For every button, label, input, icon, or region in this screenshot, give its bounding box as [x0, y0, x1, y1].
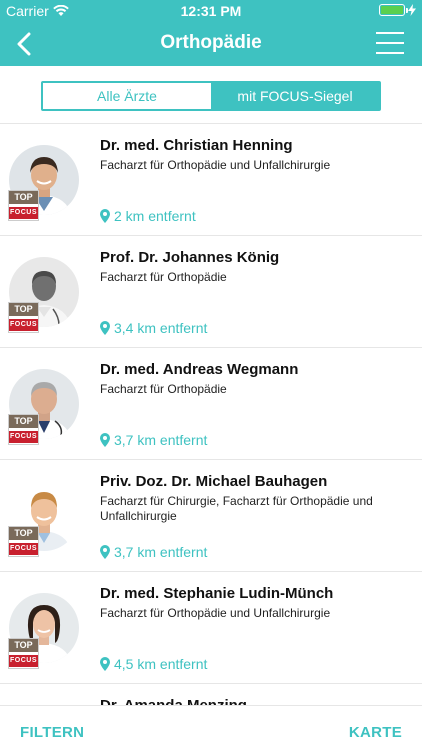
map-pin-icon [100, 433, 110, 447]
battery-icon [379, 4, 408, 16]
charging-icon [408, 4, 416, 16]
distance-label: 2 km entfernt [114, 208, 196, 224]
menu-line [376, 42, 404, 44]
doctor-name: Dr. Amanda Menzing [100, 697, 247, 705]
map-pin-icon [100, 321, 110, 335]
page-title: Orthopädie [160, 32, 262, 53]
doctor-distance: 3,4 km entfernt [100, 320, 207, 336]
doctor-name: Dr. med. Christian Henning [100, 137, 293, 154]
doctor-name: Dr. med. Stephanie Ludin-Münch [100, 585, 334, 602]
doctor-specialty: Facharzt für Orthopädie und Unfallchirur… [100, 158, 331, 172]
badge-top-label: TOP [9, 303, 38, 316]
filter-button[interactable]: FILTERN [20, 724, 84, 741]
doctor-specialty: Facharzt für Chirurgie, Facharzt für Ort… [100, 494, 373, 523]
doctor-name: Priv. Doz. Dr. Michael Bauhagen [100, 473, 328, 490]
focus-top-badge: TOP FOCUS [8, 190, 39, 221]
focus-top-badge: TOP FOCUS [8, 414, 39, 445]
doctor-name: Dr. med. Andreas Wegmann [100, 361, 299, 378]
segment-all-doctors[interactable]: Alle Ärzte [43, 83, 211, 109]
map-pin-icon [100, 657, 110, 671]
header: Carrier 12:31 PM Orthopädie [0, 0, 422, 66]
doctor-distance: 3,7 km entfernt [100, 432, 207, 448]
doctor-row[interactable]: TOP FOCUS Dr. med. Stephanie Ludin-Münch… [0, 572, 422, 684]
focus-top-badge: TOP FOCUS [8, 638, 39, 669]
app-screen: Carrier 12:31 PM Orthopädie Alle Ärzte m… [0, 0, 422, 750]
doctor-row[interactable]: TOP FOCUS Priv. Doz. Dr. Michael Bauhage… [0, 460, 422, 572]
bottom-bar: FILTERN KARTE [0, 705, 422, 750]
doctor-distance: 3,7 km entfernt [100, 544, 207, 560]
focus-top-badge: TOP FOCUS [8, 302, 39, 333]
map-button[interactable]: KARTE [349, 724, 402, 741]
doctor-specialty: Facharzt für Orthopädie [100, 270, 227, 284]
nav-bar: Orthopädie [0, 22, 422, 66]
badge-top-label: TOP [9, 415, 38, 428]
doctor-specialty: Facharzt für Orthopädie [100, 382, 227, 396]
focus-top-badge: TOP FOCUS [8, 526, 39, 557]
doctor-row[interactable]: Dr. Amanda Menzing [0, 684, 422, 705]
menu-button[interactable] [376, 32, 404, 54]
badge-focus-label: FOCUS [9, 319, 38, 331]
badge-top-label: TOP [9, 191, 38, 204]
menu-line [376, 32, 404, 34]
status-bar: Carrier 12:31 PM [0, 0, 422, 22]
badge-top-label: TOP [9, 527, 38, 540]
badge-focus-label: FOCUS [9, 207, 38, 219]
badge-focus-label: FOCUS [9, 431, 38, 443]
status-right [379, 4, 416, 16]
distance-label: 3,4 km entfernt [114, 320, 208, 336]
segment-focus-seal[interactable]: mit FOCUS-Siegel [211, 83, 379, 109]
map-pin-icon [100, 209, 110, 223]
filter-segment-control: Alle Ärzte mit FOCUS-Siegel [41, 81, 381, 111]
doctor-name: Prof. Dr. Johannes König [100, 249, 280, 266]
doctor-distance: 4,5 km entfernt [100, 656, 207, 672]
doctor-row[interactable]: TOP FOCUS Dr. med. Christian Henning Fac… [0, 124, 422, 236]
badge-focus-label: FOCUS [9, 543, 38, 555]
battery-fill [381, 6, 403, 14]
doctor-list: TOP FOCUS Dr. med. Christian Henning Fac… [0, 123, 422, 705]
status-time: 12:31 PM [180, 3, 242, 19]
distance-label: 3,7 km entfernt [114, 432, 208, 448]
doctor-row[interactable]: TOP FOCUS Prof. Dr. Johannes König Facha… [0, 236, 422, 348]
doctor-distance: 2 km entfernt [100, 208, 196, 224]
menu-line [376, 52, 404, 54]
distance-label: 4,5 km entfernt [114, 656, 208, 672]
doctor-specialty: Facharzt für Orthopädie und Unfallchirur… [100, 606, 331, 620]
distance-label: 3,7 km entfernt [114, 544, 208, 560]
badge-focus-label: FOCUS [9, 655, 38, 667]
map-pin-icon [100, 545, 110, 559]
doctor-row[interactable]: TOP FOCUS Dr. med. Andreas Wegmann Facha… [0, 348, 422, 460]
badge-top-label: TOP [9, 639, 38, 652]
